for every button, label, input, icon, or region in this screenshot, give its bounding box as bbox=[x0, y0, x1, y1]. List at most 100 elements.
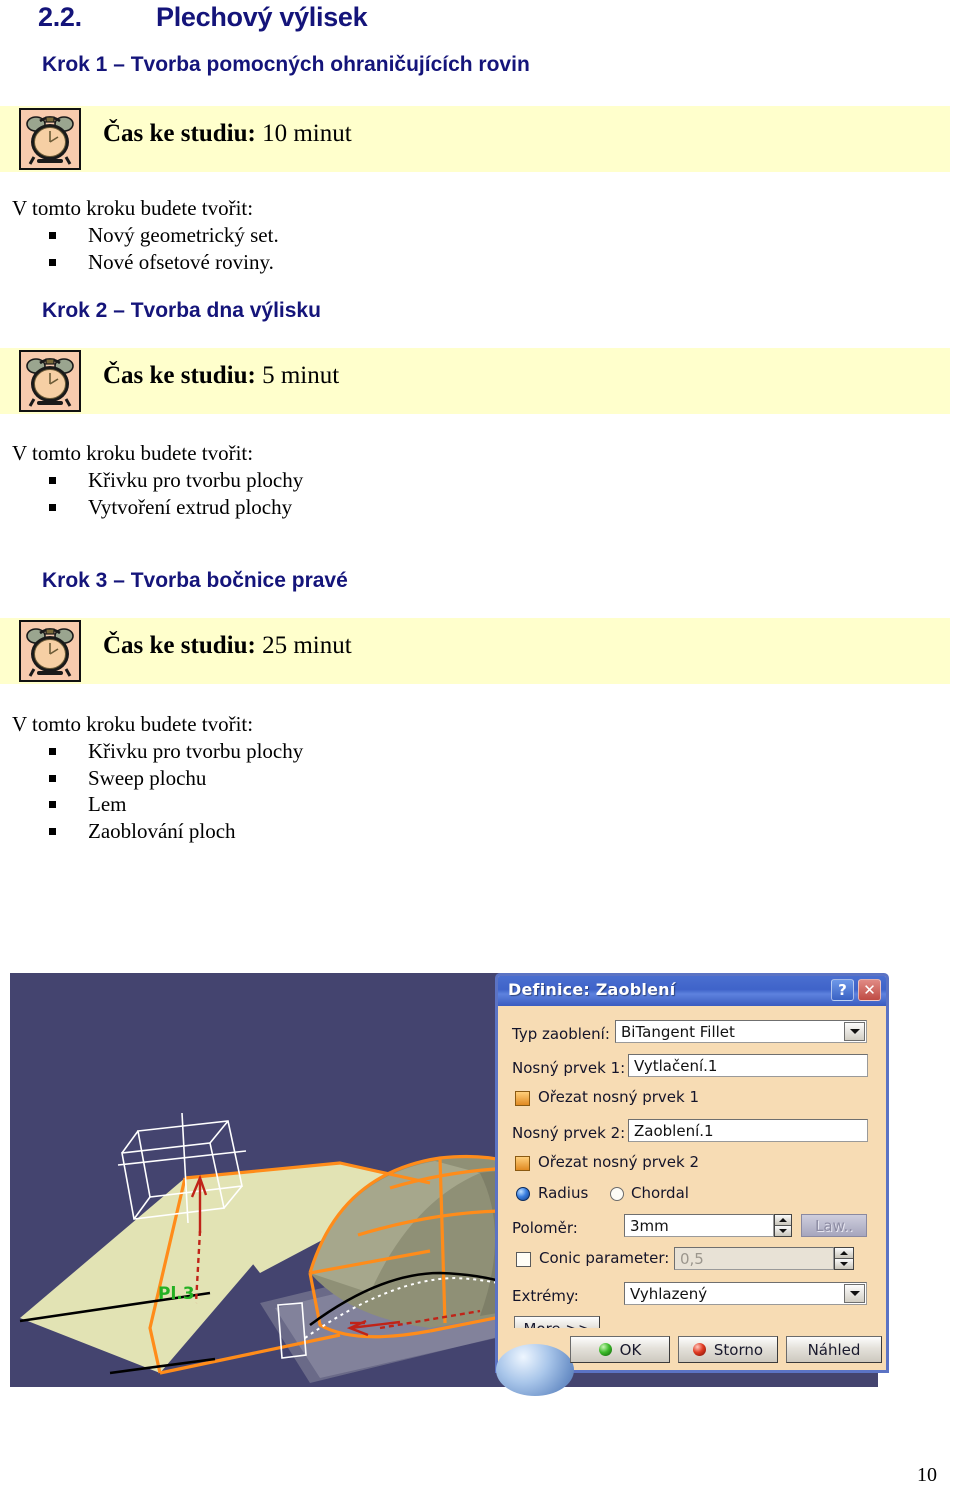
close-icon[interactable]: ✕ bbox=[858, 979, 881, 1001]
study-time-band-3: Čas ke studiu: 25 minut bbox=[0, 618, 950, 684]
study-time-band-2: Čas ke studiu: 5 minut bbox=[0, 348, 950, 414]
list-item-label: Lem bbox=[88, 792, 127, 816]
section-bullets-3: Křivku pro tvorbu plochy Sweep plochu Le… bbox=[12, 738, 303, 844]
radius-label: Poloměr: bbox=[512, 1219, 578, 1237]
square-bullet-icon bbox=[49, 503, 56, 511]
section-heading-1: Krok 1 – Tvorba pomocných ohraničujících… bbox=[42, 53, 530, 76]
study-time-2: Čas ke studiu: 5 minut bbox=[103, 362, 339, 390]
ok-button[interactable]: OK bbox=[570, 1336, 670, 1363]
study-time-band-1: Čas ke studiu: 10 minut bbox=[0, 106, 950, 172]
list-item: Sweep plochu bbox=[12, 765, 303, 792]
square-bullet-icon bbox=[49, 801, 56, 808]
study-time-label: Čas ke studiu: bbox=[103, 120, 256, 147]
fillet-type-combo[interactable]: BiTangent Fillet bbox=[615, 1020, 867, 1043]
page-title: 2.2. Plechový výlisek bbox=[38, 2, 368, 33]
stepper-up-icon[interactable] bbox=[775, 1215, 791, 1226]
chevron-down-icon[interactable] bbox=[844, 1022, 865, 1041]
list-item-label: Zaoblování ploch bbox=[88, 818, 236, 843]
trim1-label[interactable]: Ořezat nosný prvek 1 bbox=[538, 1088, 699, 1106]
chevron-down-icon[interactable] bbox=[844, 1284, 865, 1303]
square-bullet-icon bbox=[49, 258, 56, 266]
study-time-value: 5 minut bbox=[262, 362, 340, 389]
cad-screenshot-figure: Pl.3 Definice: Zaoblení ? ✕ Typ zaoblení… bbox=[10, 973, 889, 1396]
support2-field[interactable]: Zaoblení.1 bbox=[628, 1119, 868, 1142]
stepper-down-icon bbox=[835, 1259, 853, 1269]
chordal-radio-label[interactable]: Chordal bbox=[631, 1184, 689, 1202]
list-item: Zaoblování ploch bbox=[12, 818, 303, 845]
dialog-body: Typ zaoblení: BiTangent Fillet Nosný prv… bbox=[496, 1006, 886, 1396]
conic-checkbox[interactable] bbox=[516, 1252, 531, 1267]
list-item: Nové ofsetové roviny. bbox=[12, 249, 279, 276]
study-time-label: Čas ke studiu: bbox=[103, 362, 256, 389]
alarm-clock-icon bbox=[26, 358, 74, 407]
study-time-value: 25 minut bbox=[262, 632, 352, 659]
fillet-type-label: Typ zaoblení: bbox=[512, 1025, 610, 1043]
dialog-button-bar: OK Storno Náhled bbox=[496, 1328, 886, 1396]
list-item: Vytvoření extrud plochy bbox=[12, 494, 303, 521]
study-time-label: Čas ke studiu: bbox=[103, 632, 256, 659]
alarm-clock-icon-3 bbox=[19, 618, 85, 684]
page-title-text: Plechový výlisek bbox=[156, 2, 368, 32]
square-bullet-icon bbox=[49, 232, 56, 239]
radius-radio[interactable] bbox=[516, 1187, 530, 1201]
section-heading-2: Krok 2 – Tvorba dna výlisku bbox=[42, 299, 321, 322]
radius-radio-label[interactable]: Radius bbox=[538, 1184, 588, 1202]
list-item-label: Vytvoření extrud plochy bbox=[88, 494, 293, 519]
alarm-clock-icon bbox=[26, 628, 74, 677]
square-bullet-icon bbox=[49, 748, 56, 755]
list-item: Křivku pro tvorbu plochy bbox=[12, 738, 303, 765]
section-intro-2: V tomto kroku budete tvořit: bbox=[12, 441, 254, 465]
list-item: Křivku pro tvorbu plochy bbox=[12, 467, 303, 494]
extremities-combo[interactable]: Vyhlazený bbox=[624, 1282, 867, 1305]
section-bullets-1: Nový geometrický set. Nové ofsetové rovi… bbox=[12, 222, 279, 275]
section-heading-3: Krok 3 – Tvorba bočnice pravé bbox=[42, 569, 348, 592]
conic-label[interactable]: Conic parameter: bbox=[539, 1249, 669, 1267]
list-item-label: Nové ofsetové roviny. bbox=[88, 249, 274, 274]
list-item-label: Sweep plochu bbox=[88, 765, 207, 790]
square-bullet-icon bbox=[49, 774, 56, 782]
radius-stepper[interactable] bbox=[774, 1214, 792, 1237]
section-intro-3: V tomto kroku budete tvořit: bbox=[12, 712, 254, 736]
preview-button[interactable]: Náhled bbox=[786, 1336, 882, 1363]
trim2-label[interactable]: Ořezat nosný prvek 2 bbox=[538, 1153, 699, 1171]
page-number: 10 bbox=[917, 1464, 937, 1486]
alarm-clock-icon-2 bbox=[19, 348, 85, 414]
section-intro-1: V tomto kroku budete tvořit: bbox=[12, 196, 254, 220]
conic-input: 0,5 bbox=[674, 1247, 834, 1270]
alarm-clock-icon-1 bbox=[19, 106, 85, 172]
green-sphere-icon bbox=[598, 1343, 612, 1356]
list-item-label: Křivku pro tvorbu plochy bbox=[88, 468, 304, 492]
list-item: Nový geometrický set. bbox=[12, 222, 279, 249]
study-time-value: 10 minut bbox=[262, 120, 352, 147]
support1-label: Nosný prvek 1: bbox=[512, 1059, 626, 1077]
dialog-titlebar[interactable]: Definice: Zaoblení ? ✕ bbox=[498, 976, 886, 1006]
law-button[interactable]: Law.. bbox=[801, 1214, 867, 1237]
trim1-checkbox[interactable] bbox=[515, 1091, 530, 1106]
radius-input[interactable]: 3mm bbox=[624, 1214, 774, 1237]
list-item-label: Nový geometrický set. bbox=[88, 223, 279, 247]
cancel-button[interactable]: Storno bbox=[678, 1336, 778, 1363]
support2-label: Nosný prvek 2: bbox=[512, 1124, 626, 1142]
stepper-up-icon bbox=[835, 1248, 853, 1259]
study-time-1: Čas ke studiu: 10 minut bbox=[103, 120, 352, 148]
cancel-button-label: Storno bbox=[713, 1340, 764, 1359]
dialog-title: Definice: Zaoblení bbox=[508, 980, 676, 999]
stepper-down-icon[interactable] bbox=[775, 1226, 791, 1236]
conic-stepper bbox=[834, 1247, 854, 1270]
extremities-label: Extrémy: bbox=[512, 1287, 579, 1305]
square-bullet-icon bbox=[49, 827, 56, 835]
list-item: Lem bbox=[12, 791, 303, 818]
svg-text:Pl.3: Pl.3 bbox=[158, 1284, 195, 1304]
alarm-clock-icon bbox=[26, 116, 74, 165]
support1-field[interactable]: Vytlačení.1 bbox=[628, 1054, 868, 1077]
square-bullet-icon bbox=[49, 477, 56, 484]
ok-button-label: OK bbox=[619, 1340, 642, 1359]
decorative-orb bbox=[496, 1344, 574, 1396]
list-item-label: Křivku pro tvorbu plochy bbox=[88, 739, 304, 763]
help-icon[interactable]: ? bbox=[831, 979, 854, 1001]
study-time-3: Čas ke studiu: 25 minut bbox=[103, 632, 352, 660]
trim2-checkbox[interactable] bbox=[515, 1156, 530, 1171]
section-bullets-2: Křivku pro tvorbu plochy Vytvoření extru… bbox=[12, 467, 303, 520]
fillet-definition-dialog[interactable]: Definice: Zaoblení ? ✕ Typ zaoblení: BiT… bbox=[495, 973, 889, 1396]
chordal-radio[interactable] bbox=[610, 1187, 624, 1201]
